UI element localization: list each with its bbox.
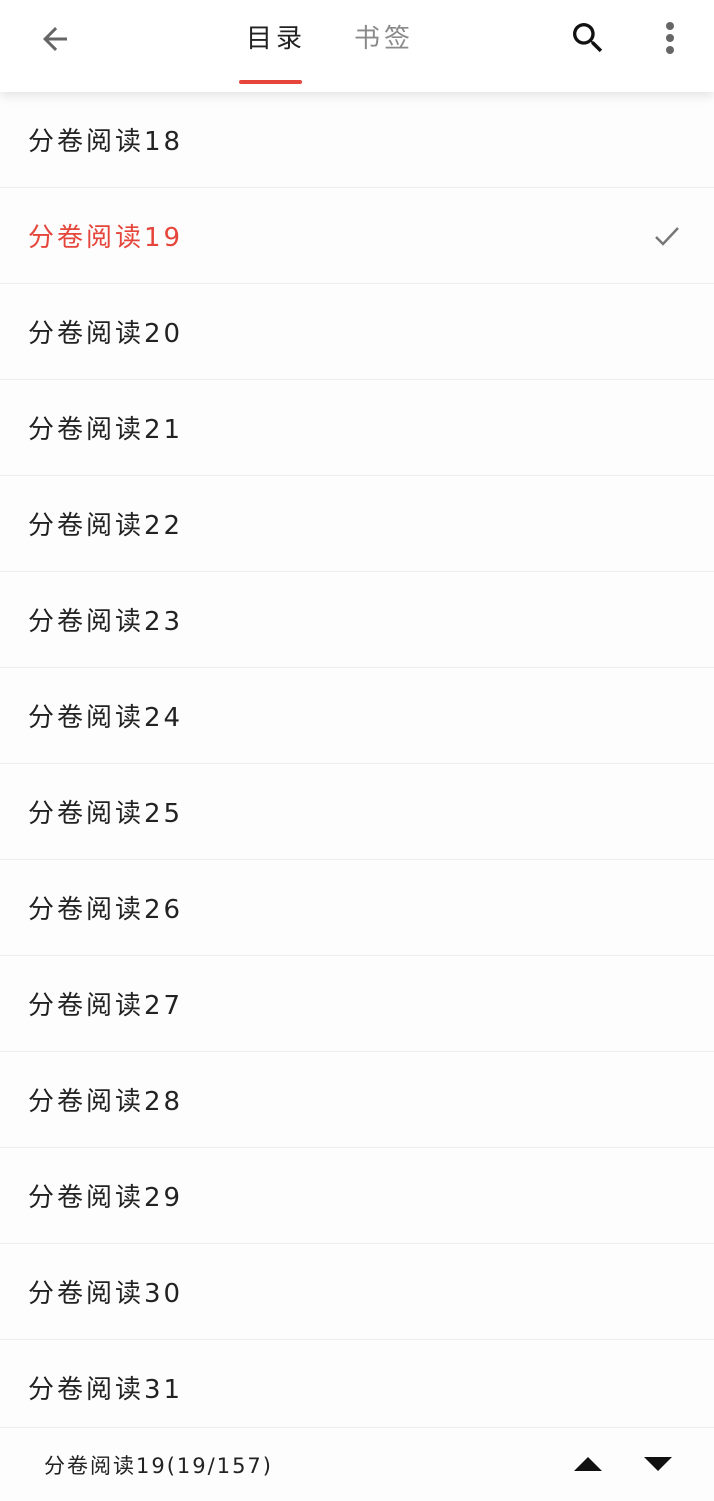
chapter-item[interactable]: 分卷阅读25 [0,764,714,860]
current-chapter-indicator: 分卷阅读19(19/157) [44,1454,273,1478]
chapter-title: 分卷阅读25 [28,799,184,829]
chapter-title: 分卷阅读30 [28,1279,184,1309]
more-vertical-icon [666,22,674,54]
back-button[interactable] [30,14,80,64]
chapter-item[interactable]: 分卷阅读29 [0,1148,714,1244]
chapter-item[interactable]: 分卷阅读22 [0,476,714,572]
chapter-title: 分卷阅读21 [28,415,184,445]
chapter-title: 分卷阅读31 [28,1375,184,1405]
chapter-title: 分卷阅读23 [28,607,184,637]
scroll-down-button[interactable] [636,1446,680,1482]
top-app-bar: 目录 书签 [0,0,714,92]
chapter-title: 分卷阅读26 [28,895,184,925]
chapter-item[interactable]: 分卷阅读21 [0,380,714,476]
search-icon [573,23,603,53]
more-options-button[interactable] [646,12,694,64]
search-button[interactable] [562,12,614,64]
chapter-item[interactable]: 分卷阅读20 [0,284,714,380]
chapter-title: 分卷阅读18 [28,127,184,157]
chapter-item[interactable]: 分卷阅读31 [0,1340,714,1427]
chapter-title: 分卷阅读29 [28,1183,184,1213]
chapter-item[interactable]: 分卷阅读23 [0,572,714,668]
chapter-list[interactable]: 分卷阅读18 分卷阅读19 分卷阅读20 分卷阅读21 分卷阅读22 分卷阅读2… [0,92,714,1427]
chapter-item[interactable]: 分卷阅读28 [0,1052,714,1148]
active-tab-indicator [239,80,302,84]
triangle-down-icon [644,1457,672,1471]
scroll-up-button[interactable] [566,1446,610,1482]
chapter-item[interactable]: 分卷阅读26 [0,860,714,956]
chapter-item[interactable]: 分卷阅读27 [0,956,714,1052]
chapter-title: 分卷阅读19 [28,223,184,253]
chapter-title: 分卷阅读28 [28,1087,184,1117]
chapter-item[interactable]: 分卷阅读24 [0,668,714,764]
check-icon [655,226,679,246]
triangle-up-icon [574,1457,602,1471]
chapter-title: 分卷阅读20 [28,319,184,349]
chapter-title: 分卷阅读24 [28,703,184,733]
arrow-left-icon [43,27,67,51]
chapter-item[interactable]: 分卷阅读18 [0,92,714,188]
chapter-title: 分卷阅读27 [28,991,184,1021]
tab-bookmarks[interactable]: 书签 [354,18,414,55]
bottom-bar: 分卷阅读19(19/157) [0,1427,714,1501]
chapter-item-current[interactable]: 分卷阅读19 [0,188,714,284]
chapter-item[interactable]: 分卷阅读30 [0,1244,714,1340]
chapter-title: 分卷阅读22 [28,511,184,541]
tab-contents[interactable]: 目录 [246,18,306,55]
